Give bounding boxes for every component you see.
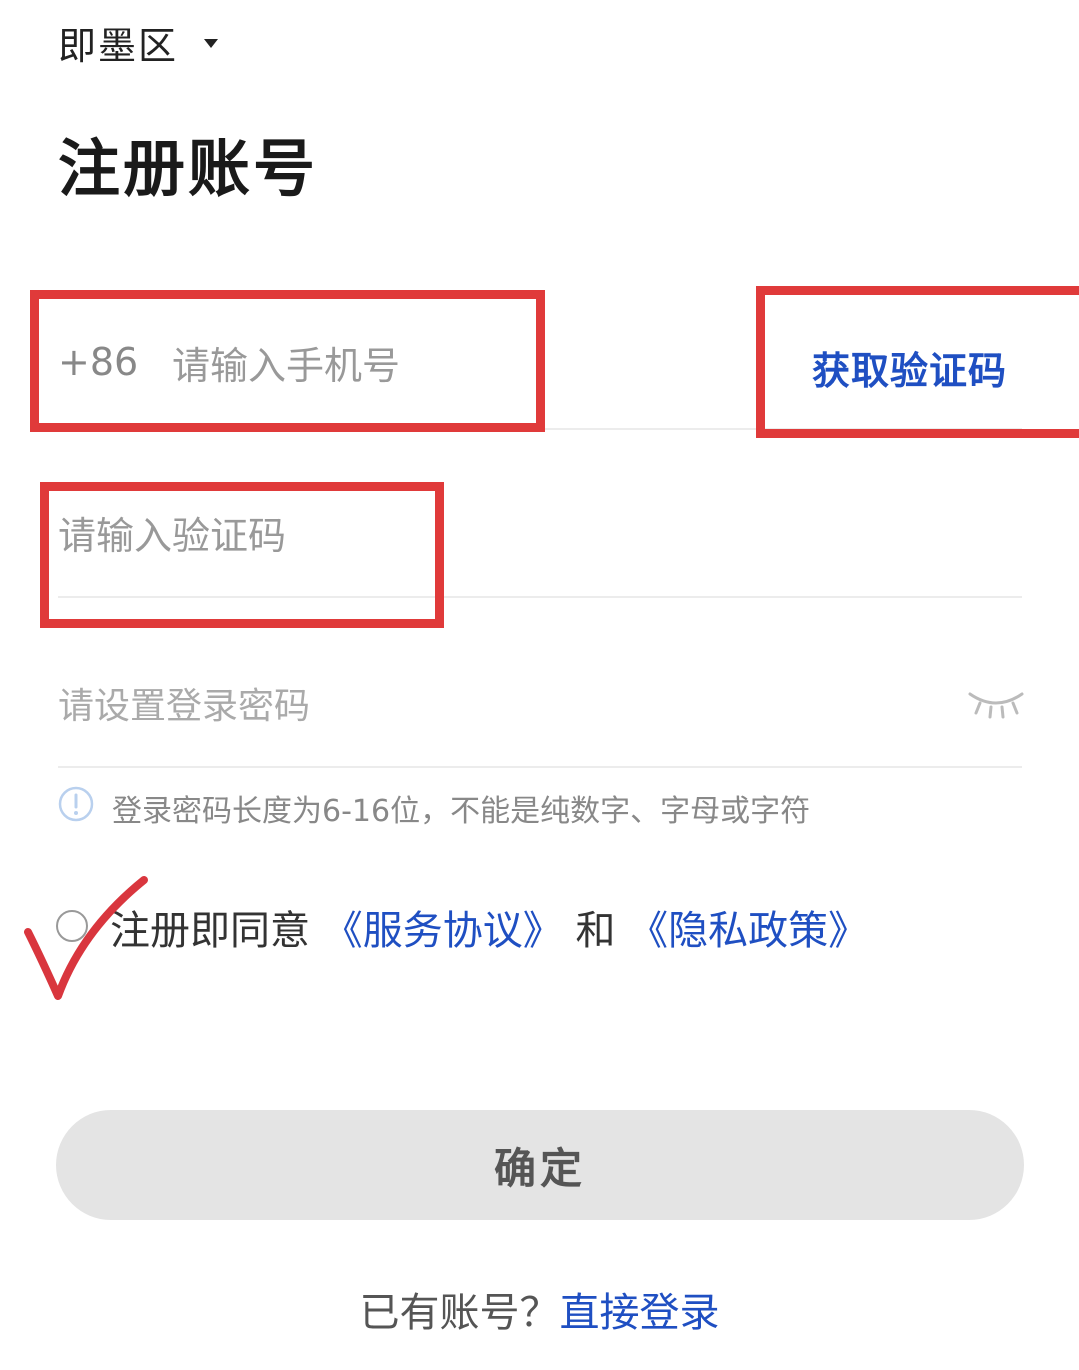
verification-code-input[interactable] xyxy=(58,508,658,564)
direct-login-link[interactable]: 直接登录 xyxy=(560,1290,720,1336)
code-divider xyxy=(58,596,1022,598)
region-label: 即墨区 xyxy=(58,23,179,68)
eye-closed-icon[interactable] xyxy=(966,686,1026,720)
agreement-text: 注册即同意 《服务协议》 和 《隐私政策》 xyxy=(110,898,868,956)
phone-divider xyxy=(58,428,1022,430)
password-hint: 登录密码长度为6-16位，不能是纯数字、字母或字符 xyxy=(112,794,811,829)
login-prompt-text: 已有账号？ xyxy=(359,1290,560,1336)
privacy-policy-link[interactable]: 《隐私政策》 xyxy=(628,908,868,954)
region-selector[interactable]: 即墨区 xyxy=(58,14,219,70)
phone-input[interactable] xyxy=(172,338,692,394)
caret-down-icon xyxy=(204,38,219,48)
agreement-and: 和 xyxy=(575,908,616,954)
service-agreement-link[interactable]: 《服务协议》 xyxy=(323,908,563,954)
agree-radio[interactable] xyxy=(56,910,88,942)
country-code[interactable]: +86 xyxy=(58,340,138,384)
login-prompt: 已有账号？直接登录 xyxy=(0,1280,1079,1338)
get-code-button[interactable]: 获取验证码 xyxy=(812,340,1007,395)
confirm-button[interactable]: 确定 xyxy=(56,1110,1024,1220)
agreement-prefix: 注册即同意 xyxy=(110,908,310,954)
password-divider xyxy=(58,766,1022,768)
password-input[interactable] xyxy=(58,678,918,734)
info-icon xyxy=(58,786,94,822)
page-title: 注册账号 xyxy=(58,132,319,205)
